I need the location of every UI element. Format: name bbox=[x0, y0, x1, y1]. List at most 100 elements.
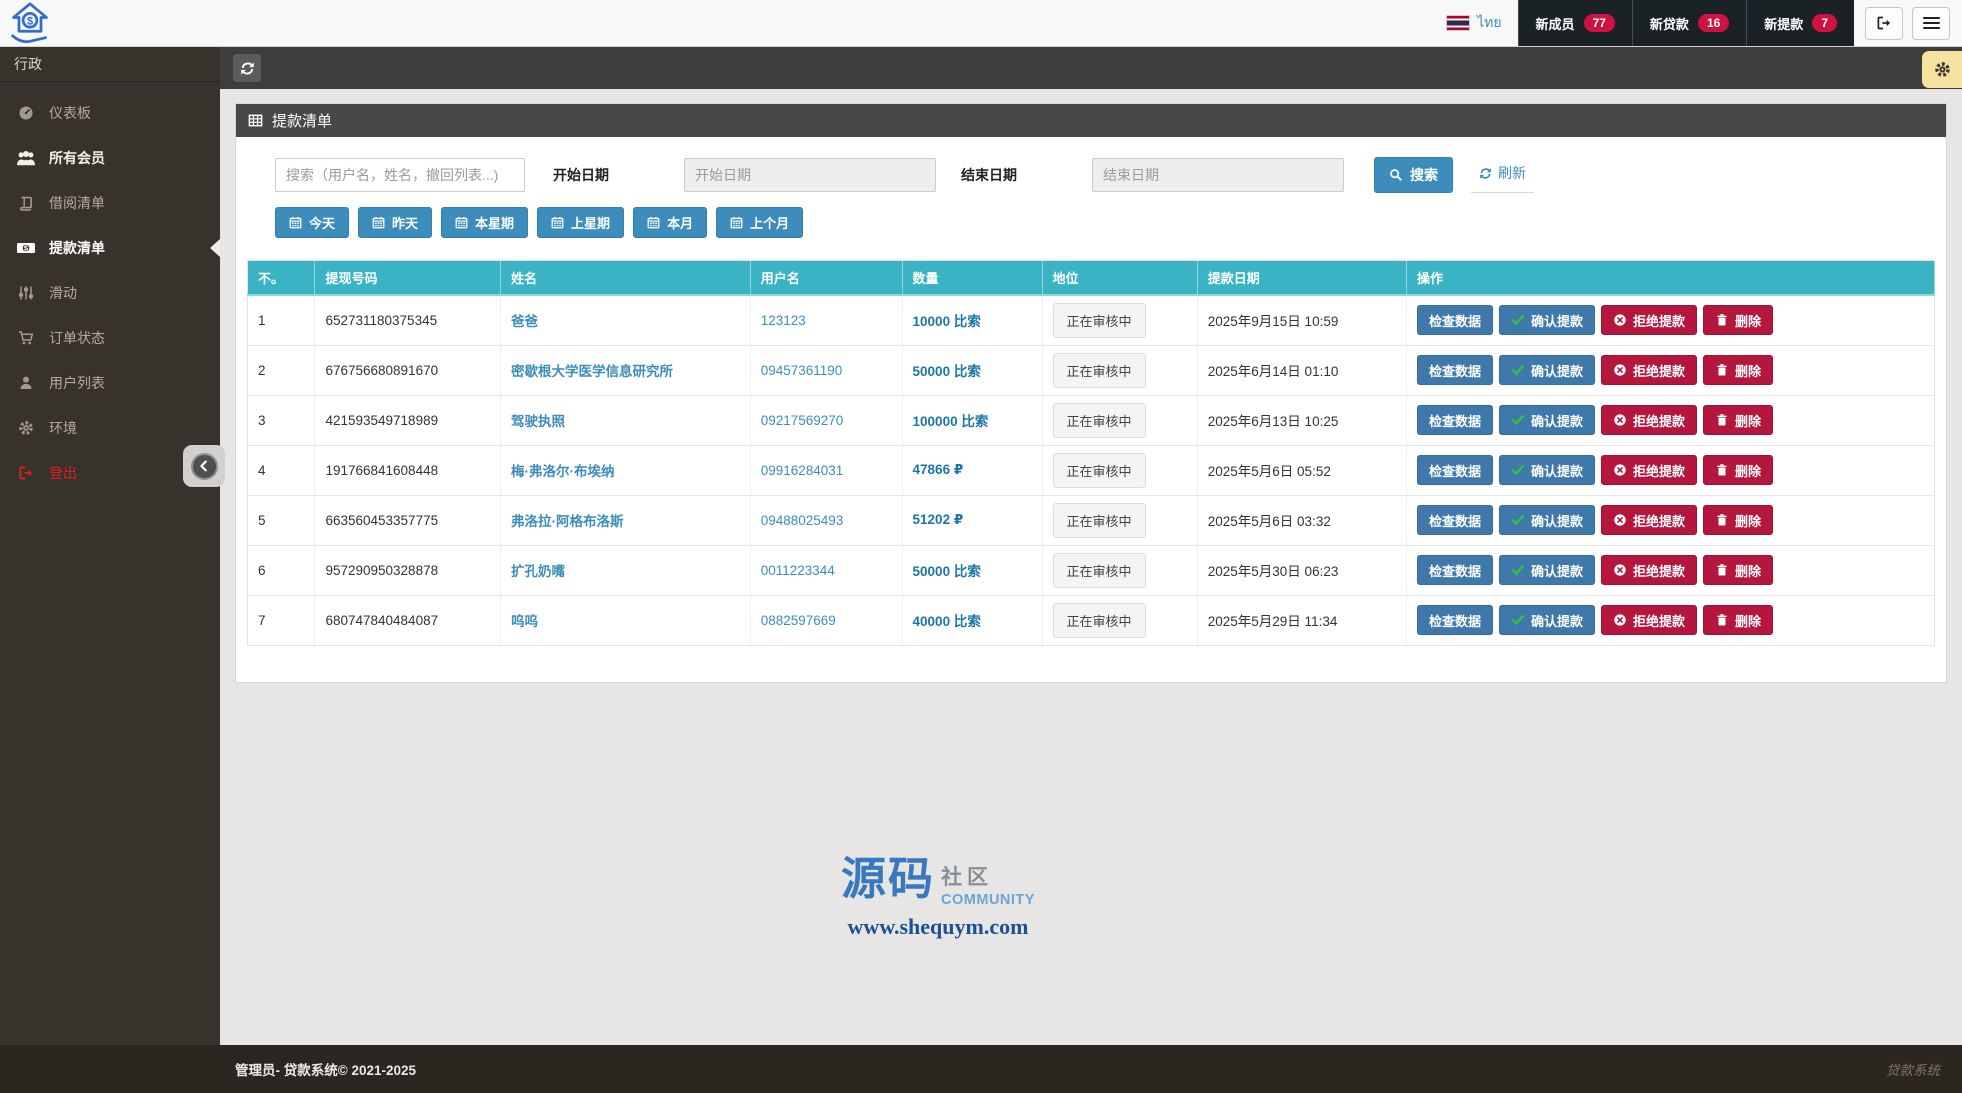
delete-button[interactable]: 删除 bbox=[1702, 605, 1773, 635]
sidebar-item-label: 仪表板 bbox=[49, 104, 91, 121]
app-logo[interactable]: $ bbox=[8, 1, 52, 45]
confirm-withdrawal-button[interactable]: 确认提款 bbox=[1498, 405, 1595, 435]
name-link[interactable]: 弗洛拉·阿格布洛斯 bbox=[511, 514, 624, 529]
row-actions: 检查数据 确认提款 拒绝提款 删除 bbox=[1416, 305, 1924, 336]
status-badge[interactable]: 正在审核中 bbox=[1052, 602, 1146, 638]
footer-copyright: 管理员- 贷款系统© 2021-2025 bbox=[235, 1063, 417, 1078]
confirm-withdrawal-button[interactable]: 确认提款 bbox=[1498, 355, 1595, 385]
sidebar-item[interactable]: $ 提款清单 bbox=[0, 225, 220, 270]
table-icon bbox=[248, 113, 263, 128]
cell-withdrawal-code: 663560453357775 bbox=[314, 495, 502, 546]
check-data-button[interactable]: 检查数据 bbox=[1416, 405, 1493, 435]
status-badge[interactable]: 正在审核中 bbox=[1052, 452, 1146, 488]
quick-date-button[interactable]: 上个月 bbox=[716, 207, 804, 238]
control-sidebar-gear-button[interactable] bbox=[1922, 51, 1962, 88]
nav-item-label: 新贷款 bbox=[1649, 16, 1689, 32]
name-link[interactable]: 扩孔奶嘴 bbox=[511, 564, 565, 579]
quick-date-buttons: 今天 昨天 本星期 上星期 本月 上个月 bbox=[247, 207, 1935, 238]
reject-withdrawal-button[interactable]: 拒绝提款 bbox=[1600, 505, 1697, 535]
delete-button[interactable]: 删除 bbox=[1702, 405, 1773, 435]
sidebar-collapse-button[interactable] bbox=[190, 452, 218, 480]
row-actions: 检查数据 确认提款 拒绝提款 删除 bbox=[1416, 555, 1924, 585]
row-actions: 检查数据 确认提款 拒绝提款 删除 bbox=[1416, 505, 1924, 535]
name-link[interactable]: 爸爸 bbox=[511, 314, 538, 329]
sidebar-item[interactable]: 环境 bbox=[0, 405, 220, 450]
username-link[interactable]: 123123 bbox=[761, 313, 806, 328]
delete-button[interactable]: 删除 bbox=[1702, 555, 1773, 585]
cell-amount: 51202 ₽ bbox=[912, 512, 964, 527]
confirm-withdrawal-button[interactable]: 确认提款 bbox=[1498, 505, 1595, 535]
status-badge[interactable]: 正在审核中 bbox=[1052, 402, 1146, 438]
table-row: 7 680747840484087 呜呜 0882597669 40000 比索… bbox=[247, 595, 1935, 646]
menu-toggle-button[interactable] bbox=[1912, 6, 1950, 40]
username-link[interactable]: 0011223344 bbox=[761, 563, 835, 578]
status-badge[interactable]: 正在审核中 bbox=[1052, 352, 1146, 388]
reject-withdrawal-button[interactable]: 拒绝提款 bbox=[1600, 355, 1697, 385]
status-badge[interactable]: 正在审核中 bbox=[1052, 502, 1146, 538]
topbar-nav-item[interactable]: 新成员 77 bbox=[1517, 0, 1632, 46]
sidebar-item[interactable]: 滑动 bbox=[0, 270, 220, 315]
sidebar-item[interactable]: 仪表板 bbox=[0, 90, 220, 135]
start-date-input[interactable] bbox=[684, 157, 936, 192]
confirm-withdrawal-button[interactable]: 确认提款 bbox=[1498, 555, 1595, 585]
check-data-button[interactable]: 检查数据 bbox=[1416, 605, 1493, 635]
reject-withdrawal-button[interactable]: 拒绝提款 bbox=[1600, 555, 1697, 585]
quick-date-button[interactable]: 本月 bbox=[633, 207, 708, 238]
search-input[interactable] bbox=[275, 157, 525, 192]
delete-button[interactable]: 删除 bbox=[1702, 505, 1773, 535]
reject-withdrawal-button[interactable]: 拒绝提款 bbox=[1600, 455, 1697, 485]
username-link[interactable]: 09916284031 bbox=[761, 463, 844, 478]
status-badge[interactable]: 正在审核中 bbox=[1052, 302, 1146, 338]
table-header-cell: 姓名 bbox=[500, 260, 751, 296]
topbar-nav-item[interactable]: 新贷款 16 bbox=[1631, 0, 1747, 46]
topbar-buttons bbox=[1854, 0, 1962, 46]
sidebar-item[interactable]: 订单状态 bbox=[0, 315, 220, 360]
sidebar-item[interactable]: 所有会员 bbox=[0, 135, 220, 180]
username-link[interactable]: 09457361190 bbox=[761, 363, 843, 378]
username-link[interactable]: 0882597669 bbox=[761, 613, 836, 628]
name-link[interactable]: 梅·弗洛尔·布埃纳 bbox=[511, 464, 615, 479]
table-row: 4 191766841608448 梅·弗洛尔·布埃纳 09916284031 … bbox=[247, 445, 1935, 496]
table-header-cell: 提现号码 bbox=[314, 260, 502, 296]
topbar-nav: 新成员 77 新贷款 16 新提款 7 bbox=[1517, 0, 1854, 46]
username-link[interactable]: 09488025493 bbox=[761, 513, 844, 528]
end-date-input[interactable] bbox=[1092, 157, 1344, 192]
reject-withdrawal-button[interactable]: 拒绝提款 bbox=[1600, 405, 1697, 435]
quick-date-button[interactable]: 昨天 bbox=[358, 207, 433, 238]
reject-withdrawal-button[interactable]: 拒绝提款 bbox=[1600, 305, 1697, 336]
table-row: 3 421593549718989 驾驶执照 09217569270 10000… bbox=[247, 395, 1935, 446]
strip-refresh-button[interactable] bbox=[233, 54, 261, 82]
language-switcher[interactable]: ไทย bbox=[1430, 0, 1517, 46]
status-badge[interactable]: 正在审核中 bbox=[1052, 552, 1146, 588]
username-link[interactable]: 09217569270 bbox=[761, 413, 844, 428]
check-data-button[interactable]: 检查数据 bbox=[1416, 305, 1493, 336]
check-data-button[interactable]: 检查数据 bbox=[1416, 505, 1493, 535]
check-data-button[interactable]: 检查数据 bbox=[1416, 355, 1493, 385]
sidebar-item[interactable]: 借阅清单 bbox=[0, 180, 220, 225]
refresh-link[interactable]: 刷新 bbox=[1471, 156, 1534, 193]
delete-button[interactable]: 删除 bbox=[1702, 355, 1773, 385]
sidebar-item[interactable]: 用户列表 bbox=[0, 360, 220, 405]
name-link[interactable]: 呜呜 bbox=[511, 614, 538, 629]
confirm-withdrawal-button[interactable]: 确认提款 bbox=[1498, 455, 1595, 485]
cell-date: 2025年5月29日 11:34 bbox=[1197, 595, 1407, 646]
reject-withdrawal-button[interactable]: 拒绝提款 bbox=[1600, 605, 1697, 635]
name-link[interactable]: 密歇根大学医学信息研究所 bbox=[511, 364, 673, 379]
topbar-nav-item[interactable]: 新提款 7 bbox=[1746, 0, 1854, 46]
check-icon bbox=[1511, 463, 1525, 477]
confirm-withdrawal-button[interactable]: 确认提款 bbox=[1498, 605, 1595, 635]
delete-button[interactable]: 删除 bbox=[1702, 455, 1773, 485]
confirm-withdrawal-button[interactable]: 确认提款 bbox=[1498, 305, 1595, 336]
logout-button[interactable] bbox=[1865, 6, 1903, 40]
search-button[interactable]: 搜索 bbox=[1374, 156, 1453, 193]
circle-x-icon bbox=[1613, 513, 1627, 527]
start-date-label: 开始日期 bbox=[553, 166, 609, 183]
calendar-icon bbox=[455, 216, 468, 229]
quick-date-button[interactable]: 上星期 bbox=[537, 207, 625, 238]
quick-date-button[interactable]: 今天 bbox=[275, 207, 350, 238]
check-data-button[interactable]: 检查数据 bbox=[1416, 455, 1493, 485]
delete-button[interactable]: 删除 bbox=[1702, 305, 1773, 336]
check-data-button[interactable]: 检查数据 bbox=[1416, 555, 1493, 585]
name-link[interactable]: 驾驶执照 bbox=[511, 414, 565, 429]
quick-date-button[interactable]: 本星期 bbox=[441, 207, 529, 238]
